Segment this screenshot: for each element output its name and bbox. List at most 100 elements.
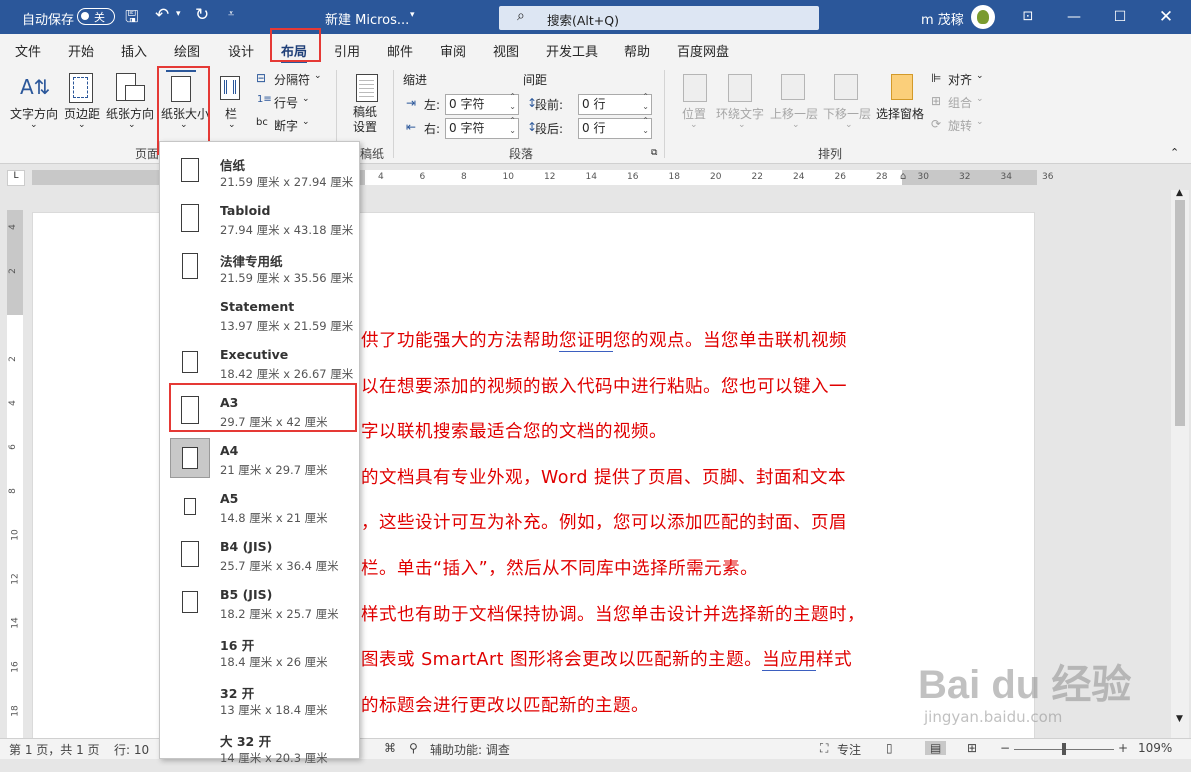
minimize-icon[interactable]: — — [1051, 0, 1097, 34]
align-button[interactable]: 对齐 — [948, 71, 972, 88]
document-line[interactable]: 样式也有助于文档保持协调。当您单击设计并选择新的主题时， — [361, 601, 865, 626]
right-indent-marker[interactable]: ⌂ — [900, 171, 906, 182]
avatar[interactable] — [971, 5, 995, 29]
tab-draw[interactable]: 绘图 — [174, 41, 200, 60]
accessibility-status[interactable]: 辅助功能: 调查 — [430, 741, 510, 758]
print-layout-icon[interactable]: ▤ — [925, 741, 947, 755]
tab-insert[interactable]: 插入 — [121, 41, 147, 60]
focus-mode-button[interactable]: 专注 — [837, 741, 861, 758]
zoom-out-icon[interactable]: − — [1000, 741, 1010, 755]
close-icon[interactable]: ✕ — [1143, 0, 1189, 34]
chevron-down-icon[interactable]: ⌄ — [302, 117, 310, 127]
paper-size-item[interactable]: Statement 13.97 厘米 x 21.59 厘米 — [160, 292, 359, 340]
tab-review[interactable]: 审阅 — [440, 41, 466, 60]
chevron-down-icon[interactable]: ⌄ — [690, 120, 698, 130]
tab-home[interactable]: 开始 — [68, 41, 94, 60]
chevron-down-icon[interactable]: ⌄ — [976, 94, 984, 104]
paper-size-item[interactable]: 信纸 21.59 厘米 x 27.94 厘米 — [160, 148, 359, 196]
search-box[interactable]: ⌕ 搜索(Alt+Q) — [499, 6, 819, 30]
document-line[interactable]: 图表或 SmartArt 图形将会更改以匹配新的主题。当应用样式 — [361, 646, 852, 672]
group-button[interactable]: 组合 — [948, 94, 972, 111]
chevron-down-icon[interactable]: ⌄ — [128, 120, 136, 130]
spacing-before-input[interactable]: 0 行 — [578, 92, 652, 115]
tab-references[interactable]: 引用 — [334, 41, 360, 60]
hyphenation-button[interactable]: 断字 — [274, 117, 298, 134]
manuscript-settings-button[interactable]: 稿纸 设置 — [353, 105, 377, 135]
document-line[interactable]: 供了功能强大的方法帮助您证明您的观点。当您单击联机视频 — [361, 327, 847, 352]
maximize-icon[interactable]: ☐ — [1097, 0, 1143, 34]
tab-baidu-netdisk[interactable]: 百度网盘 — [677, 41, 729, 60]
paper-size-item[interactable]: Executive 18.42 厘米 x 26.67 厘米 — [160, 340, 359, 388]
page-count[interactable]: 第 1 页，共 1 页 — [9, 741, 100, 758]
zoom-level[interactable]: 109% — [1138, 741, 1172, 755]
paper-size-item[interactable]: A4 21 厘米 x 29.7 厘米 — [160, 436, 359, 484]
tab-design[interactable]: 设计 — [228, 41, 254, 60]
undo-dropdown-icon[interactable]: ▾ — [176, 9, 181, 19]
scroll-up-icon[interactable]: ▲ — [1176, 188, 1183, 198]
paper-size-item[interactable]: B5 (JIS) 18.2 厘米 x 25.7 厘米 — [160, 580, 359, 628]
chevron-down-icon[interactable]: ⌄ — [228, 120, 236, 130]
customize-toolbar-icon[interactable]: ⩡ — [228, 7, 234, 21]
scrollbar-thumb[interactable] — [1175, 200, 1185, 426]
tab-selector[interactable]: L — [7, 170, 25, 186]
tab-help[interactable]: 帮助 — [624, 41, 650, 60]
chevron-down-icon[interactable]: ⌄ — [78, 120, 86, 130]
paper-size-item[interactable]: Tabloid 27.94 厘米 x 43.18 厘米 — [160, 196, 359, 244]
save-icon[interactable]: 🖫 — [125, 6, 139, 33]
manuscript-group-label: 稿纸 — [360, 147, 385, 161]
chevron-down-icon[interactable]: ⌄ — [302, 94, 310, 104]
paper-size-item[interactable]: A5 14.8 厘米 x 21 厘米 — [160, 484, 359, 532]
chevron-down-icon[interactable]: ⌄ — [738, 120, 746, 130]
zoom-slider-thumb[interactable] — [1062, 743, 1066, 755]
paper-size-item[interactable]: 16 开 18.4 厘米 x 26 厘米 — [160, 628, 359, 676]
chevron-down-icon[interactable]: ⌄ — [976, 71, 984, 81]
zoom-in-icon[interactable]: + — [1118, 741, 1128, 755]
chevron-down-icon[interactable]: ⌄ — [976, 117, 984, 127]
chevron-down-icon[interactable]: ⌄ — [30, 120, 38, 130]
rotate-button[interactable]: 旋转 — [948, 117, 972, 134]
indent-left-input[interactable]: 0 字符 — [445, 92, 519, 115]
paper-size-item[interactable]: 法律专用纸 21.59 厘米 x 35.56 厘米 — [160, 244, 359, 292]
document-line[interactable]: 的标题会进行更改以匹配新的主题。 — [361, 692, 649, 717]
flagged-text[interactable]: 当应用 — [762, 650, 817, 672]
tab-view[interactable]: 视图 — [493, 41, 519, 60]
ribbon-display-icon[interactable]: ⊡ — [1005, 0, 1051, 34]
document-title[interactable]: 新建 Micros... — [325, 9, 409, 28]
paper-size-dims: 27.94 厘米 x 43.18 厘米 — [220, 223, 354, 237]
tab-file[interactable]: 文件 — [15, 41, 41, 60]
collapse-ribbon-icon[interactable]: ⌃ — [1170, 146, 1179, 159]
line-numbers-button[interactable]: 行号 — [274, 94, 298, 111]
tab-developer[interactable]: 开发工具 — [546, 41, 598, 60]
line-number[interactable]: 行: 10 — [114, 741, 149, 758]
chevron-down-icon[interactable]: ⌄ — [314, 71, 322, 81]
vertical-scrollbar[interactable]: ▲ ▼ — [1171, 188, 1189, 740]
document-line[interactable]: 栏。单击“插入”，然后从不同库中选择所需元素。 — [361, 555, 758, 580]
paper-size-item[interactable]: 大 32 开 14 厘米 x 20.3 厘米 — [160, 724, 359, 772]
selection-pane-button[interactable]: 选择窗格 — [876, 105, 924, 122]
undo-icon[interactable]: ↶ — [155, 5, 169, 25]
document-line[interactable]: 的文档具有专业外观，Word 提供了页眉、页脚、封面和文本 — [361, 464, 846, 489]
redo-icon[interactable]: ↻ — [195, 5, 209, 25]
title-chevron-down-icon[interactable]: ▾ — [410, 10, 415, 20]
vertical-ruler[interactable]: 4 2 2 4 6 8 10 12 14 16 18 — [7, 210, 23, 740]
breaks-button[interactable]: 分隔符 — [274, 71, 310, 88]
document-line[interactable]: 以在想要添加的视频的嵌入代码中进行粘贴。您也可以键入一 — [361, 373, 847, 398]
web-layout-icon[interactable]: ⊞ — [967, 741, 977, 755]
autosave-toggle[interactable]: 关 — [77, 8, 115, 25]
ruler-tick-label: 4 — [7, 400, 18, 406]
chevron-down-icon[interactable]: ⌄ — [792, 120, 800, 130]
document-line[interactable]: ，这些设计可互为补充。例如，您可以添加匹配的封面、页眉 — [361, 509, 847, 534]
paragraph-dialog-launcher-icon[interactable]: ⧉ — [651, 148, 657, 158]
paper-size-item[interactable]: 32 开 13 厘米 x 18.4 厘米 — [160, 676, 359, 724]
document-line[interactable]: 字以联机搜索最适合您的文档的视频。 — [361, 418, 667, 443]
indent-right-input[interactable]: 0 字符 — [445, 116, 519, 139]
scroll-down-icon[interactable]: ▼ — [1176, 714, 1183, 724]
spacing-after-input[interactable]: 0 行 — [578, 116, 652, 139]
tab-mailings[interactable]: 邮件 — [387, 41, 413, 60]
watermark: Bai du 经验 jingyan.baidu.com — [918, 663, 1132, 726]
read-mode-icon[interactable]: ▯ — [886, 741, 893, 755]
paper-size-item[interactable]: B4 (JIS) 25.7 厘米 x 36.4 厘米 — [160, 532, 359, 580]
chevron-down-icon[interactable]: ⌄ — [845, 120, 853, 130]
user-name[interactable]: m 茂稼 — [921, 9, 964, 28]
flagged-text[interactable]: 您证明 — [559, 331, 613, 352]
